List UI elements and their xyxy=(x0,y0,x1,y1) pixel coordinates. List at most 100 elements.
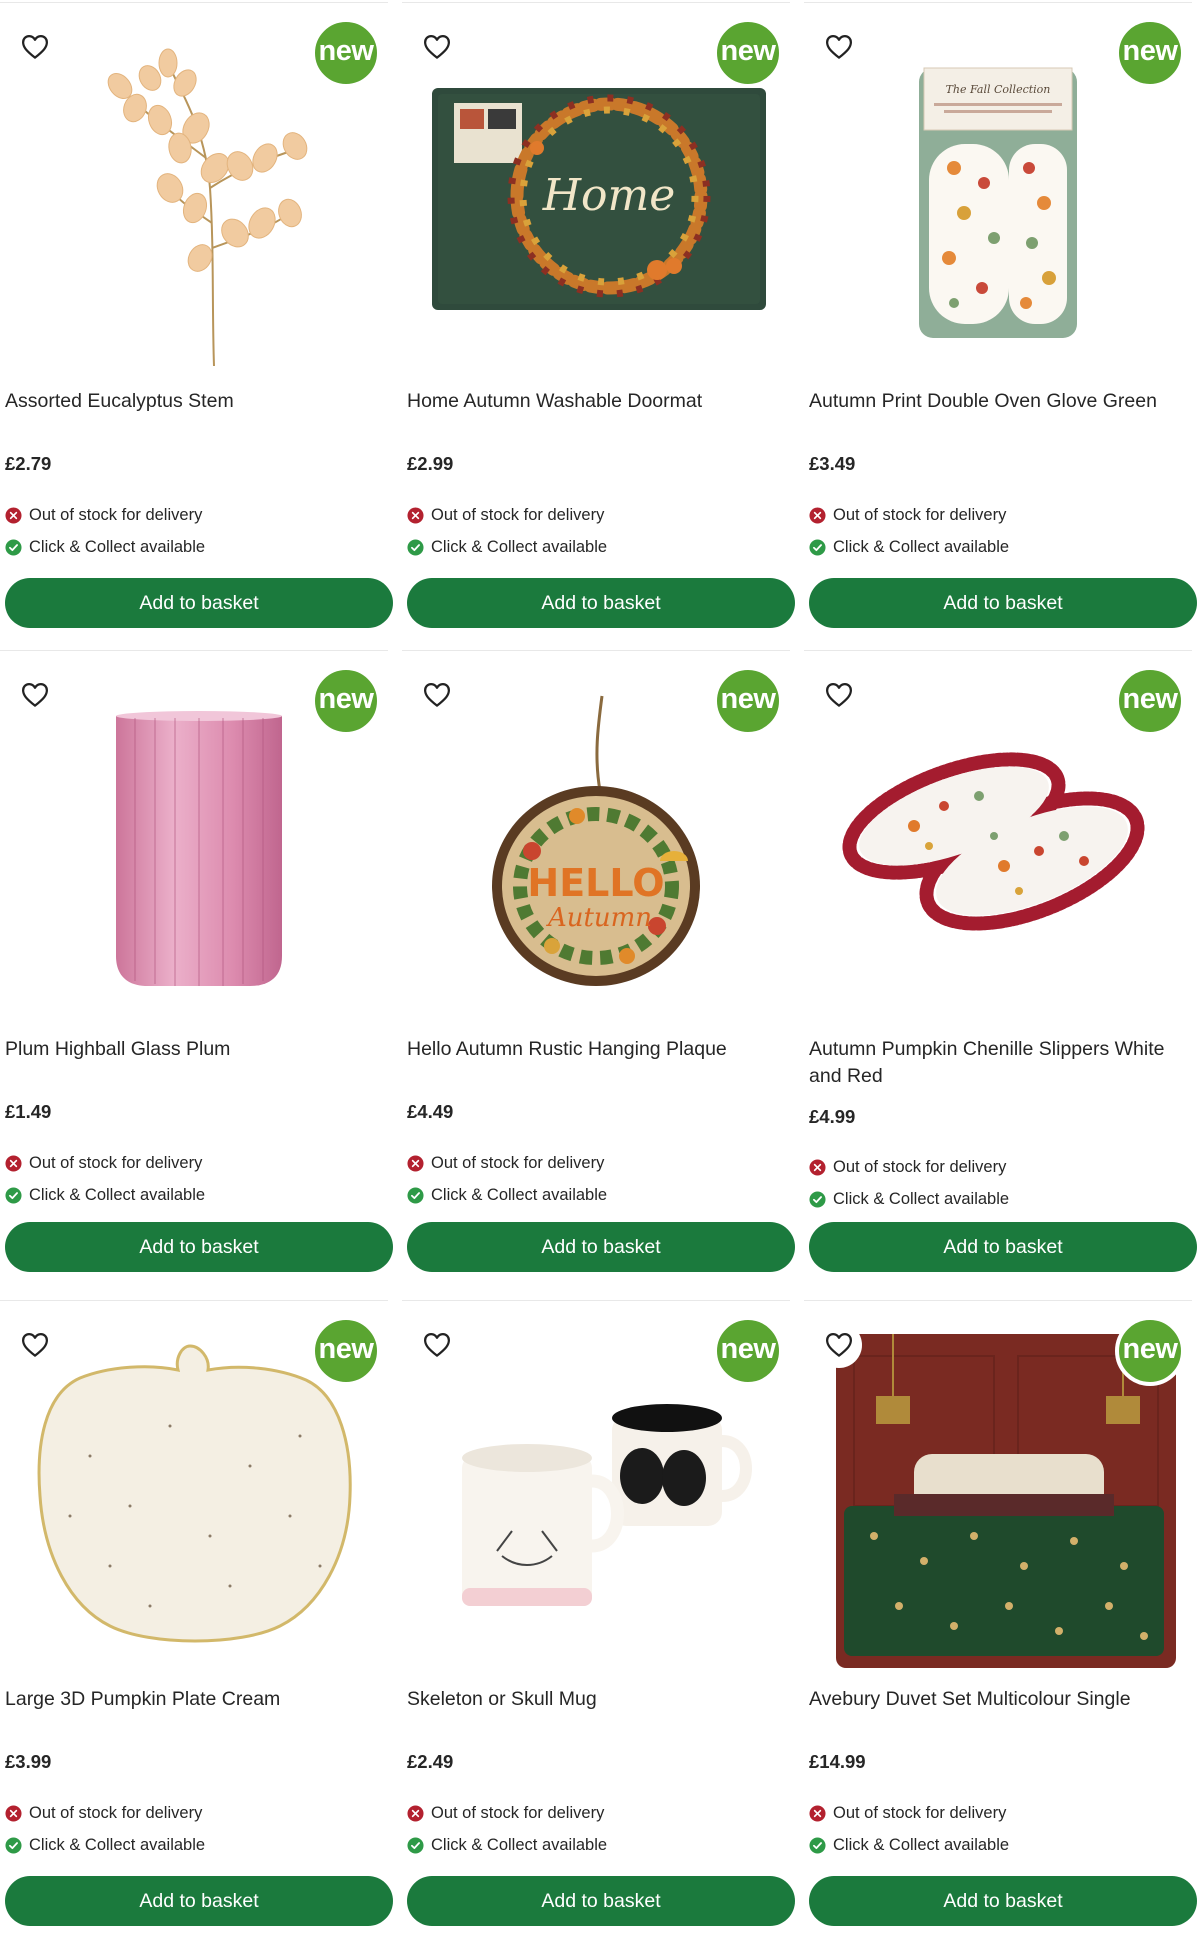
add-to-basket-button[interactable]: Add to basket xyxy=(5,1876,393,1926)
add-to-basket-button[interactable]: Add to basket xyxy=(407,578,795,628)
out-of-stock-icon xyxy=(5,507,22,524)
product-title[interactable]: Autumn Print Double Oven Glove Green xyxy=(809,388,1187,415)
delivery-status: Out of stock for delivery xyxy=(407,1804,604,1823)
wishlist-heart-icon[interactable] xyxy=(816,672,862,718)
add-to-basket-button[interactable]: Add to basket xyxy=(5,1222,393,1272)
collect-status: Click & Collect available xyxy=(809,1836,1009,1855)
product-title[interactable]: Large 3D Pumpkin Plate Cream xyxy=(5,1686,383,1713)
wishlist-heart-icon[interactable] xyxy=(12,1322,58,1368)
delivery-status-text: Out of stock for delivery xyxy=(431,1154,605,1172)
available-check-icon xyxy=(809,1837,826,1854)
wishlist-heart-icon[interactable] xyxy=(12,24,58,70)
delivery-status: Out of stock for delivery xyxy=(407,1154,604,1173)
product-card[interactable]: new Large 3D Pumpkin Plate Cream £3.99 O… xyxy=(0,1300,393,1946)
collect-status-text: Click & Collect available xyxy=(29,538,206,556)
collect-status: Click & Collect available xyxy=(5,1186,205,1205)
collect-status-text: Click & Collect available xyxy=(833,538,1010,556)
available-check-icon xyxy=(407,1187,424,1204)
product-title[interactable]: Avebury Duvet Set Multicolour Single xyxy=(809,1686,1187,1713)
out-of-stock-icon xyxy=(5,1805,22,1822)
product-price: £4.49 xyxy=(407,1101,454,1122)
wishlist-heart-icon[interactable] xyxy=(414,1322,460,1368)
product-price: £4.99 xyxy=(809,1106,856,1127)
collect-status-text: Click & Collect available xyxy=(431,1836,608,1854)
collect-status: Click & Collect available xyxy=(5,1836,205,1855)
product-title[interactable]: Assorted Eucalyptus Stem xyxy=(5,388,383,415)
available-check-icon xyxy=(407,1837,424,1854)
collect-status: Click & Collect available xyxy=(407,1186,607,1205)
wishlist-heart-icon[interactable] xyxy=(816,24,862,70)
out-of-stock-icon xyxy=(407,1805,424,1822)
product-price: £2.79 xyxy=(5,453,52,474)
product-title[interactable]: Autumn Pumpkin Chenille Slippers White a… xyxy=(809,1036,1187,1090)
available-check-icon xyxy=(5,1837,22,1854)
delivery-status: Out of stock for delivery xyxy=(809,506,1006,525)
available-check-icon xyxy=(407,539,424,556)
product-price: £3.99 xyxy=(5,1751,52,1772)
product-price: £14.99 xyxy=(809,1751,866,1772)
add-to-basket-button[interactable]: Add to basket xyxy=(809,578,1197,628)
product-card[interactable]: new Plum Highball Glass Plum £1.49 Out o… xyxy=(0,650,393,1296)
out-of-stock-icon xyxy=(407,507,424,524)
new-badge: new xyxy=(311,1316,381,1386)
new-badge: new xyxy=(1115,666,1185,736)
delivery-status: Out of stock for delivery xyxy=(5,1804,202,1823)
wishlist-heart-icon[interactable] xyxy=(12,672,58,718)
add-to-basket-button[interactable]: Add to basket xyxy=(407,1222,795,1272)
product-card[interactable]: new Autumn Pumpkin Chenille Slippers Whi… xyxy=(804,650,1197,1296)
product-price: £3.49 xyxy=(809,453,856,474)
collect-status: Click & Collect available xyxy=(809,538,1009,557)
add-to-basket-button[interactable]: Add to basket xyxy=(809,1222,1197,1272)
collect-status-text: Click & Collect available xyxy=(431,538,608,556)
product-card[interactable]: The Fall Collection new Autumn Print Dou… xyxy=(804,2,1197,648)
add-to-basket-button[interactable]: Add to basket xyxy=(809,1876,1197,1926)
collect-status: Click & Collect available xyxy=(407,538,607,557)
available-check-icon xyxy=(5,1187,22,1204)
product-card[interactable]: new Avebury Duvet Set Multicolour Single… xyxy=(804,1300,1197,1946)
delivery-status-text: Out of stock for delivery xyxy=(431,506,605,524)
collect-status: Click & Collect available xyxy=(407,1836,607,1855)
new-badge: new xyxy=(1115,1316,1185,1386)
collect-status-text: Click & Collect available xyxy=(29,1836,206,1854)
collect-status-text: Click & Collect available xyxy=(833,1836,1010,1854)
product-card[interactable]: Home new Home Autumn Washable Doormat £2… xyxy=(402,2,795,648)
product-title[interactable]: Skeleton or Skull Mug xyxy=(407,1686,785,1713)
new-badge: new xyxy=(713,666,783,736)
collect-status-text: Click & Collect available xyxy=(431,1186,608,1204)
delivery-status-text: Out of stock for delivery xyxy=(29,1154,203,1172)
out-of-stock-icon xyxy=(809,507,826,524)
delivery-status-text: Out of stock for delivery xyxy=(29,506,203,524)
collect-status-text: Click & Collect available xyxy=(833,1190,1010,1208)
product-card[interactable]: HELLO Autumn new Hello Autumn Rustic Han… xyxy=(402,650,795,1296)
out-of-stock-icon xyxy=(809,1805,826,1822)
available-check-icon xyxy=(5,539,22,556)
available-check-icon xyxy=(809,1191,826,1208)
delivery-status-text: Out of stock for delivery xyxy=(833,1158,1007,1176)
wishlist-heart-icon[interactable] xyxy=(816,1322,862,1368)
add-to-basket-button[interactable]: Add to basket xyxy=(407,1876,795,1926)
plaque-title: HELLO xyxy=(527,861,664,905)
available-check-icon xyxy=(809,539,826,556)
pack-text: The Fall Collection xyxy=(946,83,1051,96)
product-title[interactable]: Home Autumn Washable Doormat xyxy=(407,388,785,415)
delivery-status-text: Out of stock for delivery xyxy=(431,1804,605,1822)
product-card[interactable]: new Skeleton or Skull Mug £2.49 Out of s… xyxy=(402,1300,795,1946)
product-title[interactable]: Hello Autumn Rustic Hanging Plaque xyxy=(407,1036,785,1063)
product-price: £2.49 xyxy=(407,1751,454,1772)
collect-status: Click & Collect available xyxy=(809,1190,1009,1209)
wishlist-heart-icon[interactable] xyxy=(414,24,460,70)
product-title[interactable]: Plum Highball Glass Plum xyxy=(5,1036,383,1063)
product-price: £2.99 xyxy=(407,453,454,474)
delivery-status: Out of stock for delivery xyxy=(809,1158,1006,1177)
delivery-status: Out of stock for delivery xyxy=(5,506,202,525)
add-to-basket-button[interactable]: Add to basket xyxy=(5,578,393,628)
new-badge: new xyxy=(1115,18,1185,88)
mat-text: Home xyxy=(542,170,676,221)
plaque-subtitle: Autumn xyxy=(546,903,652,933)
collect-status-text: Click & Collect available xyxy=(29,1186,206,1204)
delivery-status: Out of stock for delivery xyxy=(407,506,604,525)
new-badge: new xyxy=(311,666,381,736)
product-card[interactable]: new Assorted Eucalyptus Stem £2.79 Out o… xyxy=(0,2,393,648)
wishlist-heart-icon[interactable] xyxy=(414,672,460,718)
new-badge: new xyxy=(311,18,381,88)
